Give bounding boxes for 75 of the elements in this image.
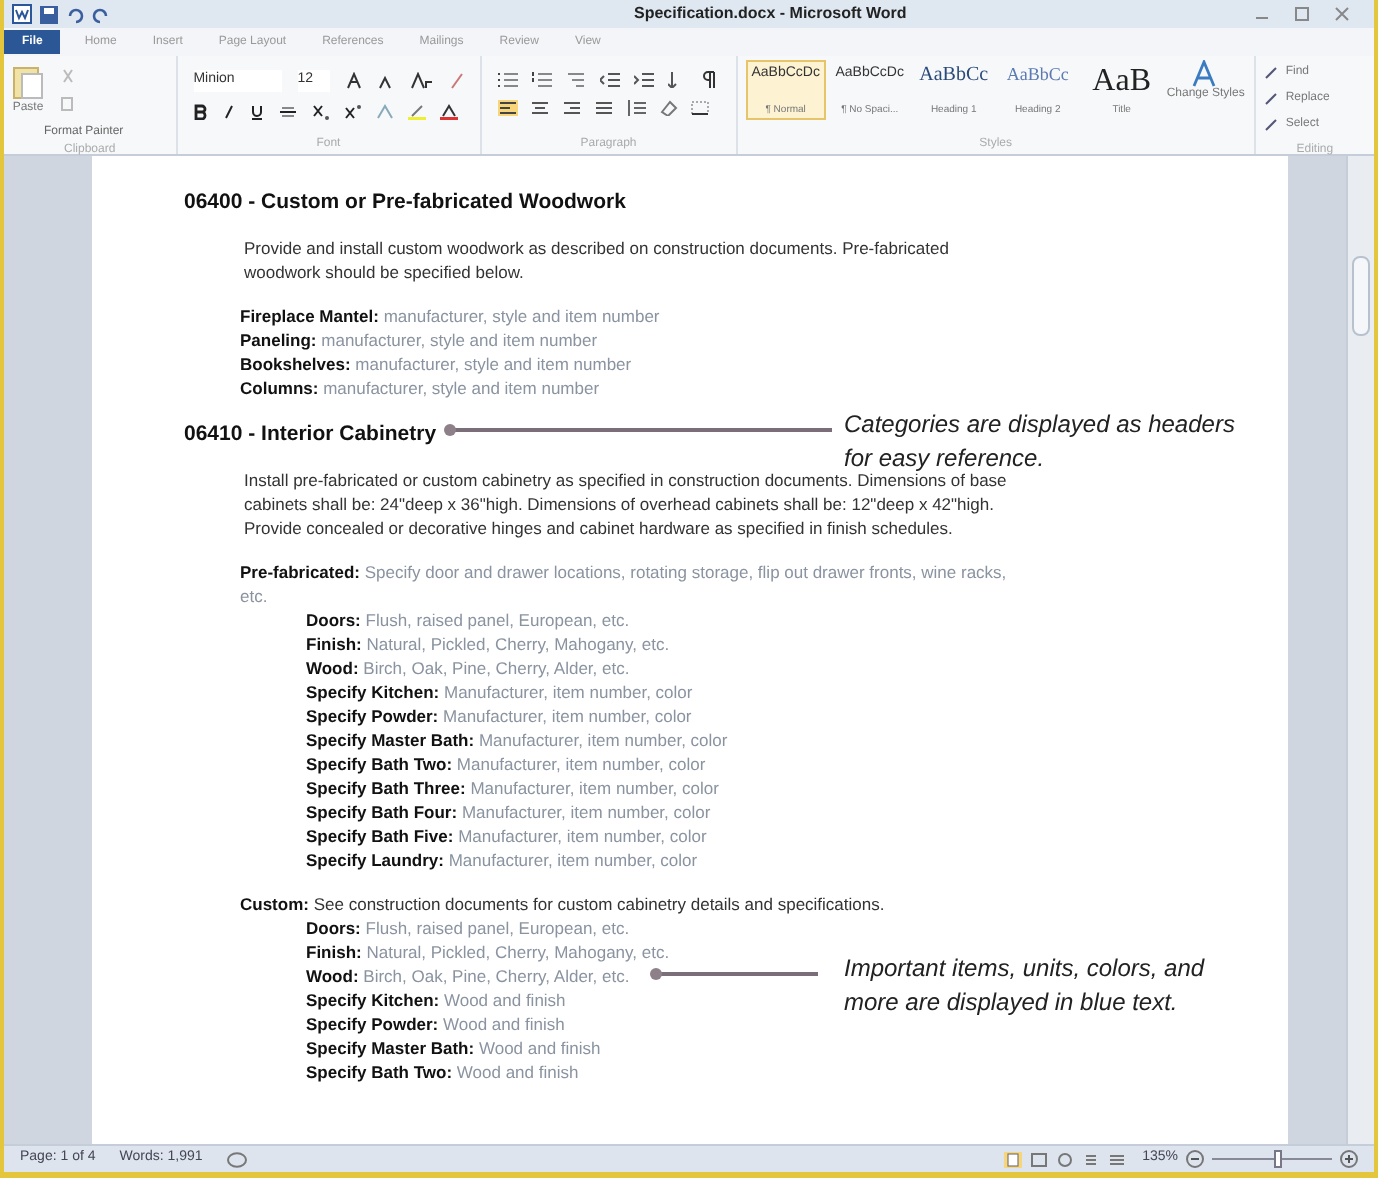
word-logo-icon[interactable] xyxy=(12,4,32,24)
callout-text: Important items, units, colors, and more are displayed in blue text. xyxy=(844,952,1207,1020)
spec-line: Specify Bath Four: Manufacturer, item number, color xyxy=(306,799,711,823)
draft-icon[interactable] xyxy=(1108,1151,1127,1167)
subscript-icon[interactable] xyxy=(311,103,330,119)
increase-indent-icon[interactable] xyxy=(633,71,654,87)
spec-line: Specify Bath Two: Wood and finish xyxy=(306,1059,579,1083)
justify-icon[interactable] xyxy=(593,100,614,116)
spec-line: Custom: See construction documents for custom cabinetry details and specifications. xyxy=(240,891,885,915)
spec-line: Specify Kitchen: Wood and finish xyxy=(306,987,566,1011)
shading-icon[interactable] xyxy=(657,100,678,116)
save-icon[interactable] xyxy=(40,5,58,23)
bullets-icon[interactable] xyxy=(497,71,518,87)
spec-line: Specify Powder: Wood and finish xyxy=(306,1011,565,1035)
scroll-thumb[interactable] xyxy=(1352,256,1370,336)
styles-icon xyxy=(1191,60,1220,88)
callout-text: Categories are displayed as headers for easy reference. xyxy=(844,408,1237,473)
spec-line: Specify Powder: Manufacturer, item number, color xyxy=(306,703,692,727)
spec-line: Wood: Birch, Oak, Pine, Cherry, Alder, etc. xyxy=(306,963,630,987)
maximize-icon[interactable] xyxy=(1294,6,1310,22)
spec-line: Finish: Natural, Pickled, Cherry, Mahogany, etc. xyxy=(306,631,670,655)
redo-icon[interactable] xyxy=(92,5,110,23)
paragraph: Provide and install custom woodwork as described on construction documents. Pre-fabricated woodwork should be specified below. xyxy=(244,235,951,284)
zoom-slider-thumb[interactable] xyxy=(1273,1150,1282,1168)
line-spacing-icon[interactable] xyxy=(625,100,646,116)
bold-icon[interactable] xyxy=(193,103,208,119)
section-heading: 06400 - Custom or Pre-fabricated Woodwork xyxy=(184,188,626,218)
underline-icon[interactable] xyxy=(249,103,264,119)
spec-line: Columns: manufacturer, style and item number xyxy=(240,375,600,400)
spec-line: Pre-fabricated: Specify door and drawer locations, rotating storage, flip out drawer fronts, wine racks, etc. xyxy=(240,559,1009,607)
spec-line: Doors: Flush, raised panel, European, etc. xyxy=(306,915,630,939)
pilcrow-icon[interactable] xyxy=(701,70,718,88)
spec-line: Specify Bath Three: Manufacturer, item number, color xyxy=(306,775,719,799)
spec-line: Specify Bath Five: Manufacturer, item number, color xyxy=(306,823,707,847)
spec-line: Specify Master Bath: Manufacturer, item number, color xyxy=(306,727,728,751)
superscript-icon[interactable] xyxy=(343,103,362,119)
spec-line: Specify Master Bath: Wood and finish xyxy=(306,1035,601,1059)
font-color-icon[interactable] xyxy=(439,103,458,119)
scrollbar[interactable] xyxy=(1346,156,1374,1144)
shrink-font-icon[interactable] xyxy=(378,71,395,90)
italic-icon[interactable] xyxy=(221,103,236,119)
clear-formatting-icon[interactable] xyxy=(447,71,464,90)
spec-line: Finish: Natural, Pickled, Cherry, Mahogany, etc. xyxy=(306,939,670,963)
paragraph: Install pre-fabricated or custom cabinetry as specified in construction documents. Dimensions of base cabinets shall be: 24"deep x 36"high. Dimensions of overhead cabinets shall be: 12"deep x 42"high. Provide concealed or decorative hinges and cabinet hardware as specified in finish schedules. xyxy=(244,469,1009,539)
spec-line: Doors: Flush, raised panel, European, etc. xyxy=(306,607,630,631)
multilevel-list-icon[interactable] xyxy=(565,71,586,87)
zoom-in-icon[interactable] xyxy=(1340,1150,1358,1168)
spec-line: Wood: Birch, Oak, Pine, Cherry, Alder, etc. xyxy=(306,655,630,679)
center-icon[interactable] xyxy=(529,100,550,116)
spec-line: Specify Bath Two: Manufacturer, item number, color xyxy=(306,751,706,775)
window-title: Specification.docx - Microsoft Word xyxy=(634,2,907,26)
align-right-icon[interactable] xyxy=(561,100,582,116)
clipboard-icon xyxy=(12,64,44,100)
undo-icon[interactable] xyxy=(66,5,84,23)
align-left-icon[interactable] xyxy=(497,100,518,116)
change-case-icon[interactable] xyxy=(410,71,432,90)
web-layout-icon[interactable] xyxy=(1056,1151,1075,1167)
section-heading: 06410 - Interior Cabinetry xyxy=(184,419,437,450)
decrease-indent-icon[interactable] xyxy=(599,71,620,87)
zoom-out-icon[interactable] xyxy=(1186,1150,1204,1168)
borders-icon[interactable] xyxy=(689,100,710,116)
strikethrough-icon[interactable] xyxy=(277,103,298,119)
grow-font-icon[interactable] xyxy=(345,71,363,90)
spec-line: Bookshelves: manufacturer, style and item number xyxy=(240,351,632,376)
print-layout-icon[interactable] xyxy=(1004,1151,1023,1167)
highlight-icon[interactable] xyxy=(407,103,426,119)
spec-line: Paneling: manufacturer, style and item number xyxy=(240,327,598,352)
proofing-icon[interactable] xyxy=(226,1151,249,1167)
numbering-icon[interactable] xyxy=(531,71,552,87)
outline-icon[interactable] xyxy=(1082,1151,1101,1167)
spec-line: Fireplace Mantel: manufacturer, style and item number xyxy=(240,303,660,328)
close-icon[interactable] xyxy=(1334,6,1350,22)
spec-line: Specify Kitchen: Manufacturer, item number, color xyxy=(306,679,693,703)
full-screen-icon[interactable] xyxy=(1030,1151,1049,1167)
spec-line: Specify Laundry: Manufacturer, item number, color xyxy=(306,847,698,871)
